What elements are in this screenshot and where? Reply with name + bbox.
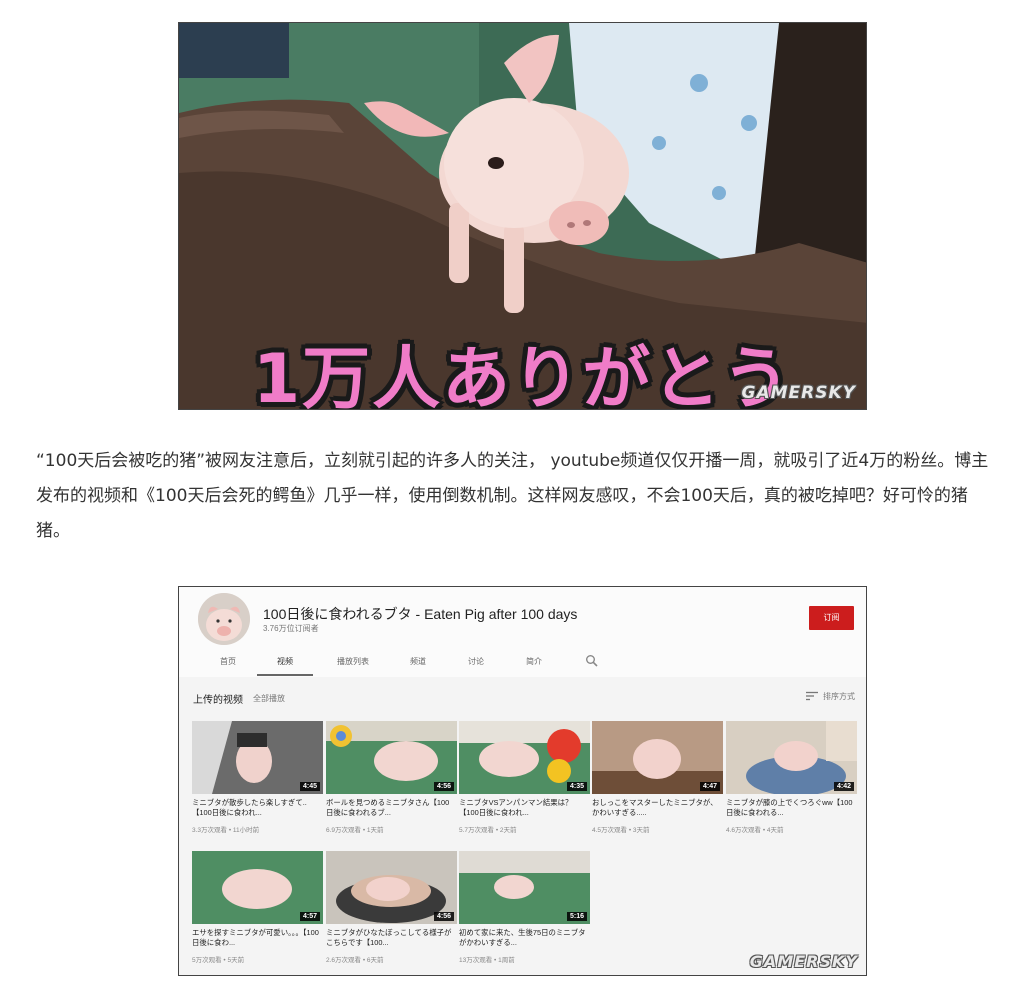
video-thumbnail[interactable]: 4:42	[726, 721, 857, 794]
video-meta: 4.6万次观看 • 4天前	[726, 827, 784, 834]
sort-icon[interactable]	[806, 691, 818, 701]
watermark-logo: GAMERSKY	[749, 952, 858, 971]
video-thumbnail[interactable]: 4:57	[192, 851, 323, 924]
video-thumbnail[interactable]: 4:56	[326, 851, 457, 924]
video-meta: 3.3万次观看 • 11小时前	[192, 827, 260, 834]
video-title[interactable]: ミニブタVSアンパンマン結果は？【100日後に食われ...	[459, 798, 587, 818]
avatar[interactable]	[198, 593, 250, 645]
video-meta: 6.9万次观看 • 1天前	[326, 827, 384, 834]
video-meta: 5.7万次观看 • 2天前	[459, 827, 517, 834]
video-title[interactable]: エサを探すミニブタが可愛い。。。【100日後に食わ...	[192, 928, 320, 948]
subscribe-button[interactable]: 订阅	[809, 606, 854, 630]
video-title[interactable]: ミニブタがひなたぼっこしてる様子がこちらです【100...	[326, 928, 454, 948]
video-thumbnail[interactable]: 4:56	[326, 721, 457, 794]
piglet-avatar-icon	[198, 593, 250, 645]
watermark-logo: GAMERSKY	[741, 383, 856, 403]
video-duration: 4:45	[299, 782, 320, 791]
tab-videos[interactable]: 视频	[257, 656, 313, 676]
video-thumbnail[interactable]: 5:16	[459, 851, 590, 924]
uploads-heading: 上传的视频	[193, 695, 243, 706]
subscriber-count: 3.76万位订阅者	[263, 624, 319, 633]
video-card[interactable]: 4:42 ミニブタが膝の上でくつろぐww【100日後に食われる... 4.6万次…	[726, 721, 857, 846]
tab-channels[interactable]: 频道	[407, 656, 429, 676]
video-duration: 4:42	[833, 782, 854, 791]
video-duration: 4:56	[433, 912, 454, 921]
channel-tabs: 首页 视频 播放列表 频道 讨论 简介	[179, 649, 866, 677]
video-card[interactable]: 4:56 ミニブタがひなたぼっこしてる様子がこちらです【100... 2.6万次…	[326, 851, 457, 975]
video-meta: 5万次观看 • 5天前	[192, 957, 245, 964]
video-thumbnail[interactable]: 4:47	[592, 721, 723, 794]
channel-title[interactable]: 100日後に食われるブタ - Eaten Pig after 100 days	[263, 604, 577, 624]
video-card[interactable]: 4:45 ミニブタが散歩したら楽しすぎて..【100日後に食われ... 3.3万…	[192, 721, 323, 846]
video-meta: 13万次观看 • 1周前	[459, 957, 515, 964]
video-duration: 4:35	[566, 782, 587, 791]
video-card[interactable]: 4:56 ボールを見つめるミニブタさん【100日後に食われるブ... 6.9万次…	[326, 721, 457, 846]
video-title[interactable]: 初めて家に来た、生後75日のミニブタがかわいすぎる...	[459, 928, 587, 948]
play-all-link[interactable]: 全部播放	[253, 693, 285, 704]
tab-playlists[interactable]: 播放列表	[333, 656, 373, 676]
video-duration: 4:56	[433, 782, 454, 791]
video-card[interactable]: 5:16 初めて家に来た、生後75日のミニブタがかわいすぎる... 13万次观看…	[459, 851, 590, 975]
video-title[interactable]: ミニブタが散歩したら楽しすぎて..【100日後に食われ...	[192, 798, 320, 818]
video-card[interactable]: 4:47 おしっこをマスターしたミニブタが、かわいすぎる..... 4.5万次观…	[592, 721, 723, 846]
article-paragraph: “100天后会被吃的猪”被网友注意后，立刻就引起的许多人的关注， youtube…	[36, 451, 989, 541]
tab-about[interactable]: 简介	[523, 656, 545, 676]
channel-header: 100日後に食われるブタ - Eaten Pig after 100 days …	[179, 587, 866, 677]
youtube-channel-screenshot: 100日後に食われるブタ - Eaten Pig after 100 days …	[178, 586, 867, 976]
sort-label[interactable]: 排序方式	[823, 691, 855, 702]
video-duration: 5:16	[566, 912, 587, 921]
video-title[interactable]: ボールを見つめるミニブタさん【100日後に食われるブ...	[326, 798, 454, 818]
video-title[interactable]: おしっこをマスターしたミニブタが、かわいすぎる.....	[592, 798, 720, 818]
video-card[interactable]: 4:35 ミニブタVSアンパンマン結果は？【100日後に食われ... 5.7万次…	[459, 721, 590, 846]
video-duration: 4:47	[699, 782, 720, 791]
video-thumbnail[interactable]: 4:45	[192, 721, 323, 794]
video-card[interactable]: 4:57 エサを探すミニブタが可愛い。。。【100日後に食わ... 5万次观看 …	[192, 851, 323, 975]
video-duration: 4:57	[299, 912, 320, 921]
video-meta: 4.5万次观看 • 3天前	[592, 827, 650, 834]
tab-home[interactable]: 首页	[217, 656, 239, 676]
hero-photo: 1万人ありがとう GAMERSKY	[178, 22, 867, 410]
video-thumbnail[interactable]: 4:35	[459, 721, 590, 794]
search-icon[interactable]	[585, 654, 599, 668]
video-title[interactable]: ミニブタが膝の上でくつろぐww【100日後に食われる...	[726, 798, 854, 818]
video-meta: 2.6万次观看 • 6天前	[326, 957, 384, 964]
tab-discussion[interactable]: 讨论	[465, 656, 487, 676]
